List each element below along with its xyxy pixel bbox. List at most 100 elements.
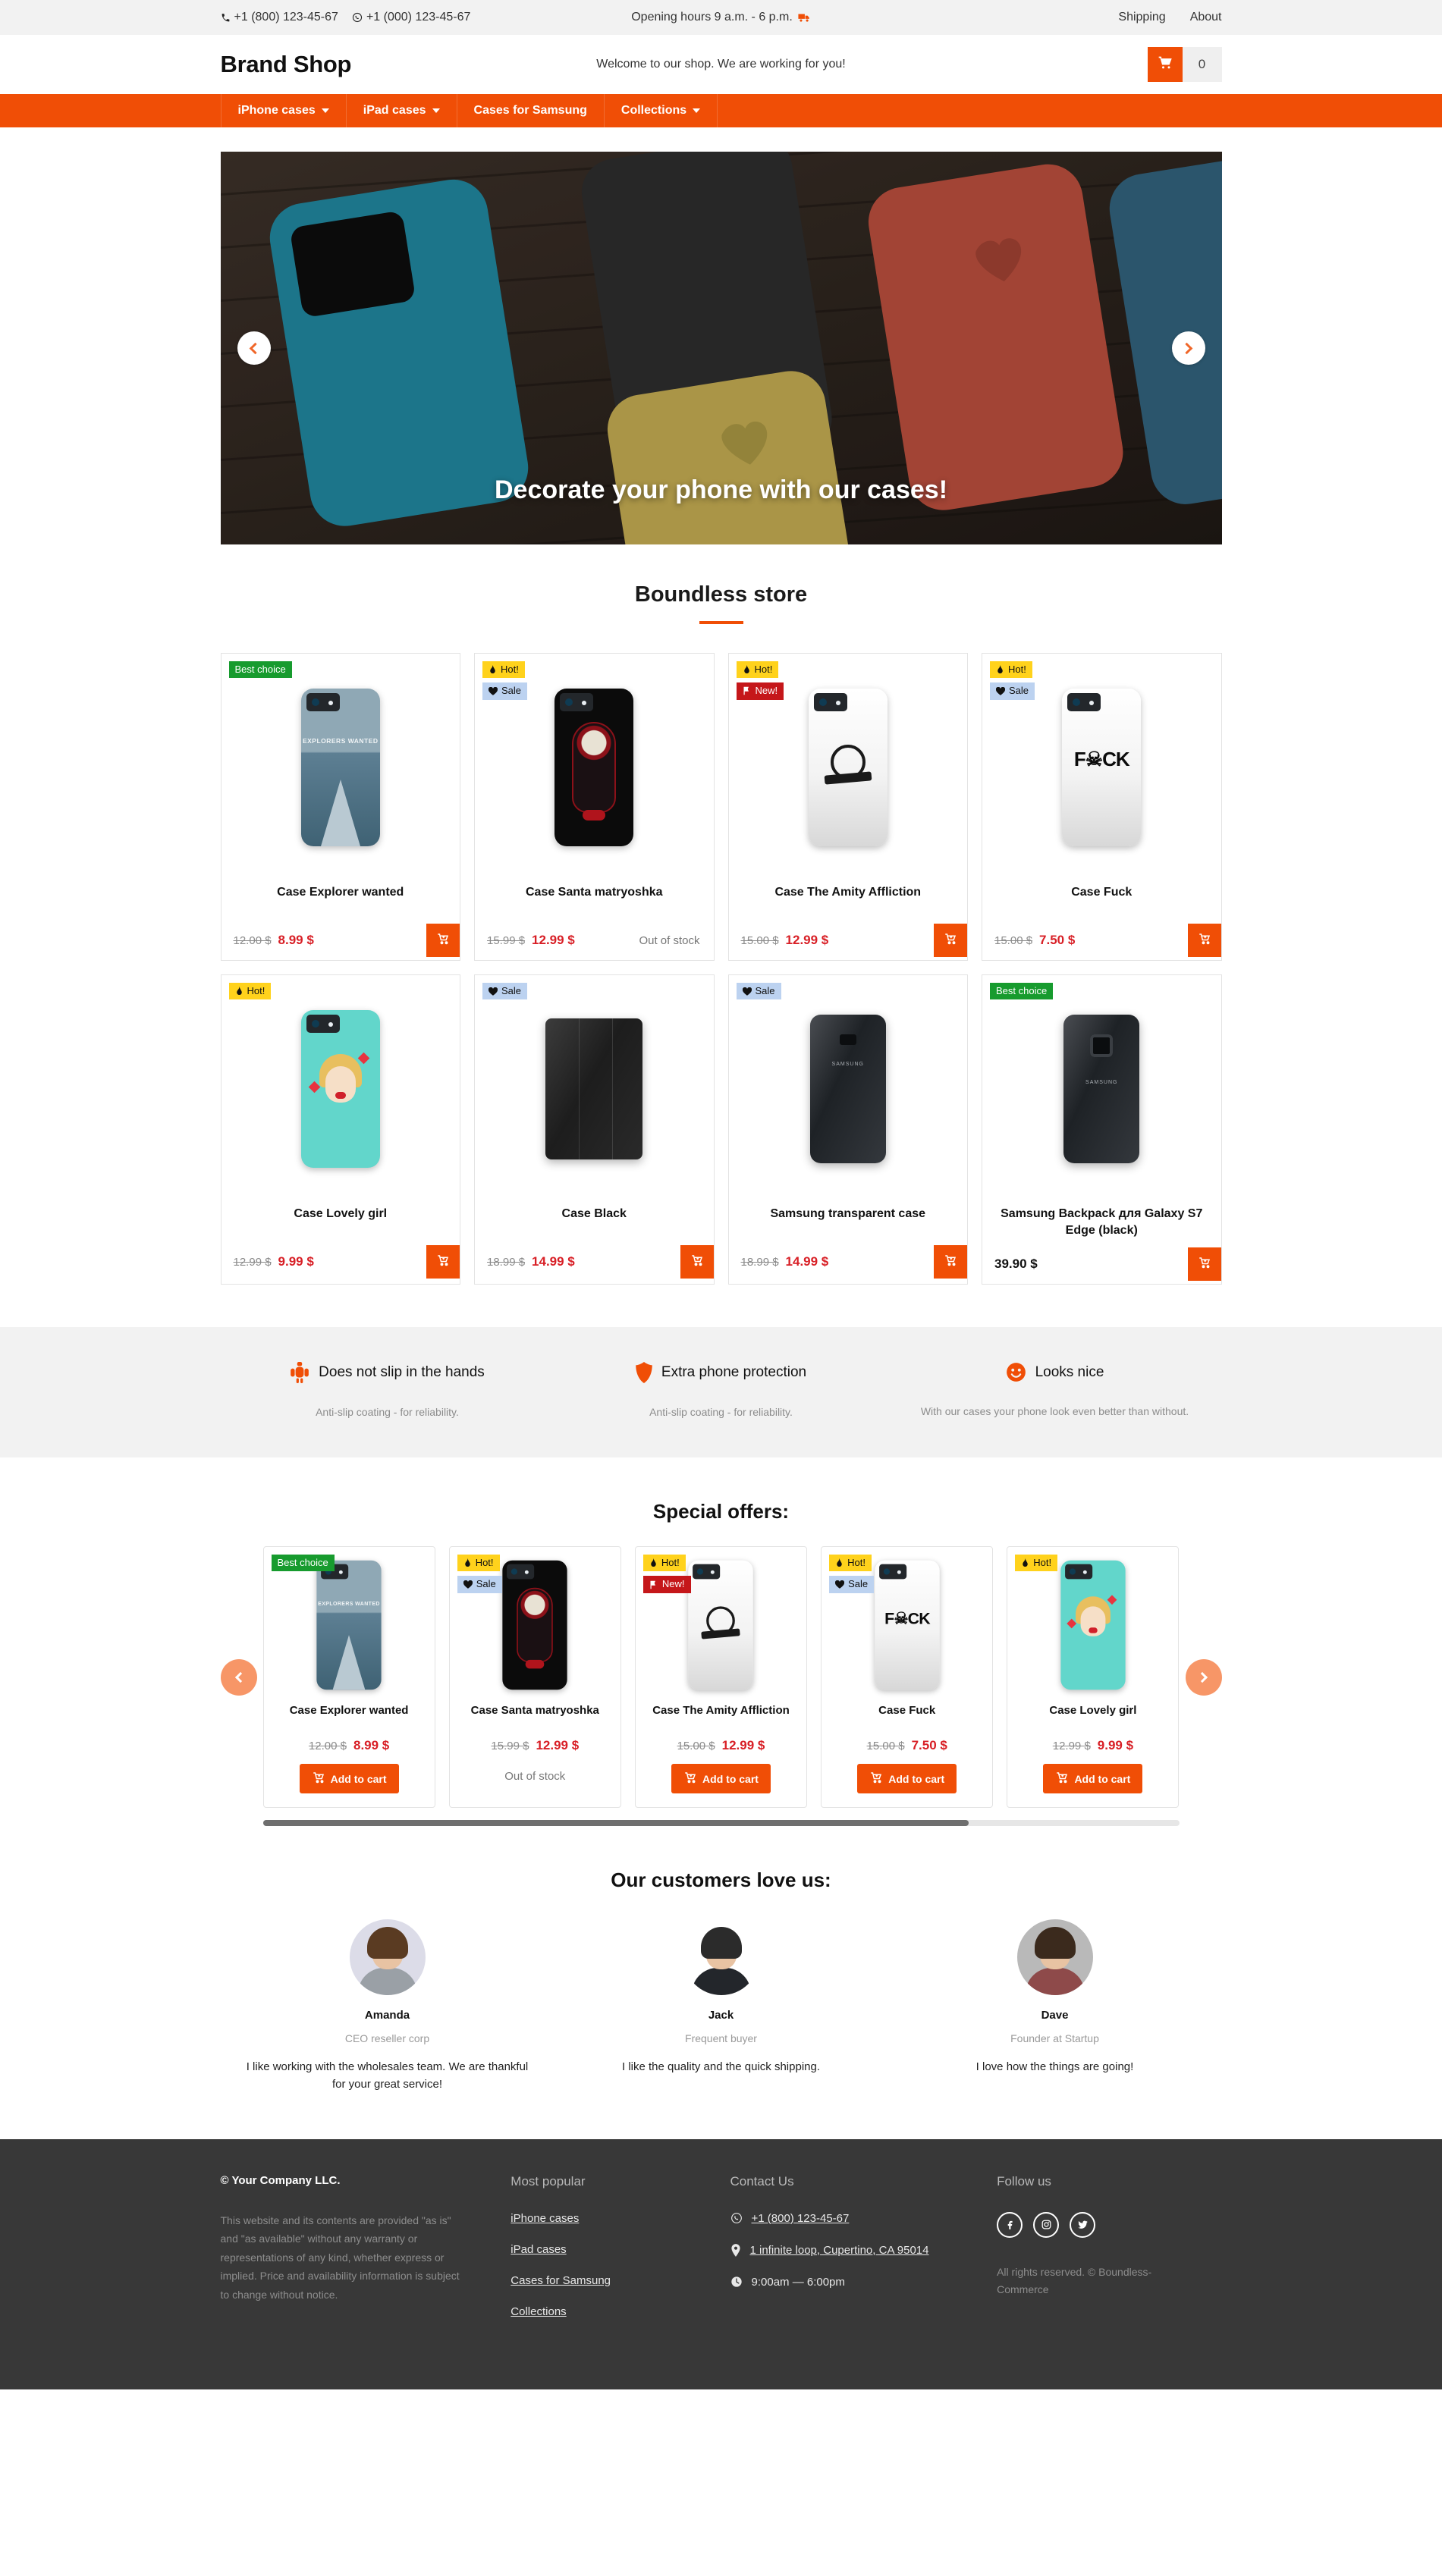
twitter-icon[interactable] <box>1070 2211 1096 2238</box>
product-title[interactable]: Case The Amity Affliction <box>729 881 968 915</box>
add-to-cart-button[interactable]: Add to cart <box>857 1764 957 1794</box>
footer-contact-phone-text[interactable]: +1 (800) 123-45-67 <box>752 2212 850 2225</box>
topbar-link-about[interactable]: About <box>1190 11 1222 24</box>
offer-card[interactable]: Hot! Sale F☠CK Case Fuck 15.00 $ 7.50 $ Add to… <box>821 1546 994 1809</box>
nav-item-2[interactable]: Cases for Samsung <box>457 94 605 127</box>
product-title[interactable]: Samsung transparent case <box>729 1203 968 1236</box>
product-title[interactable]: Case Lovely girl <box>221 1203 460 1236</box>
footer-popular-link[interactable]: iPad cases <box>511 2243 712 2256</box>
offer-title[interactable]: Case Explorer wanted <box>281 1703 418 1732</box>
offer-title[interactable]: Case Fuck <box>869 1703 944 1732</box>
offer-card[interactable]: Hot! Sale Case Santa matryoshka 15.99 $ 12.9… <box>448 1546 621 1809</box>
badge-sale: Sale <box>829 1576 875 1593</box>
footer-contact-phone[interactable]: +1 (800) 123-45-67 <box>730 2212 979 2225</box>
product-card[interactable]: Sale SAMSUNG Samsung transparent case 18.99… <box>727 974 968 1285</box>
topbar-phone-whatsapp[interactable]: +1 (000) 123-45-67 <box>352 11 470 24</box>
add-to-cart-button[interactable] <box>1187 1247 1221 1282</box>
product-media[interactable]: Hot! Sale <box>475 654 714 881</box>
facebook-icon[interactable] <box>997 2211 1023 2238</box>
testimonials-section: Our customers love us: Amanda CEO reselle… <box>0 1826 1442 2139</box>
cart-widget[interactable]: 0 <box>1147 47 1222 82</box>
badge-label: Hot! <box>501 664 519 675</box>
product-card[interactable]: Hot! New! Case The Amity Affliction 15.00 $… <box>727 653 968 961</box>
nav-item-3[interactable]: Collections <box>605 94 718 127</box>
product-footer: 18.99 $ 14.99 $ <box>729 1236 967 1282</box>
product-title[interactable]: Case Santa matryoshka <box>475 881 714 915</box>
offer-price-current: 9.99 $ <box>1097 1738 1134 1753</box>
offer-media[interactable]: Hot! <box>1007 1547 1178 1703</box>
offer-title[interactable]: Case Lovely girl <box>1040 1703 1145 1732</box>
offer-media[interactable]: Hot! New! <box>636 1547 806 1703</box>
testimonial-card: Amanda CEO reseller corp I like working wi… <box>221 1919 554 2094</box>
badge-label: Sale <box>848 1578 869 1590</box>
offers-scrollbar-thumb[interactable] <box>262 1820 969 1827</box>
product-media[interactable]: Best choice SAMSUNG <box>982 975 1221 1203</box>
offers-prev-button[interactable] <box>220 1658 257 1696</box>
add-to-cart-button[interactable]: Add to cart <box>299 1764 399 1794</box>
product-title[interactable]: Case Black <box>475 1203 714 1236</box>
nav-item-0[interactable]: iPhone cases <box>220 94 347 127</box>
add-to-cart-button[interactable] <box>1187 924 1221 957</box>
chevron-down-icon <box>321 108 329 113</box>
product-media[interactable]: Hot! Sale F☠CK <box>982 654 1221 881</box>
offer-media[interactable]: Hot! Sale F☠CK <box>822 1547 992 1703</box>
offers-next-button[interactable] <box>1185 1658 1222 1696</box>
add-to-cart-label: Add to cart <box>888 1772 945 1785</box>
instagram-icon[interactable] <box>1033 2211 1060 2238</box>
product-price-old: 15.00 $ <box>740 933 779 947</box>
product-price-current: 14.99 $ <box>532 1254 575 1269</box>
out-of-stock-text: Out of stock <box>504 1770 566 1784</box>
add-to-cart-button[interactable]: Add to cart <box>1043 1764 1143 1794</box>
offer-title[interactable]: Case The Amity Affliction <box>643 1703 799 1732</box>
cart-button[interactable] <box>1147 47 1183 82</box>
product-price-old: 12.00 $ <box>233 933 272 947</box>
product-card[interactable]: Hot! Sale Case Santa matryoshka 15.99 $ 12.9… <box>474 653 715 961</box>
footer-popular-link[interactable]: Cases for Samsung <box>511 2274 712 2287</box>
add-to-cart-button[interactable] <box>426 1245 460 1279</box>
footer-contact-address[interactable]: 1 infinite loop, Cupertino, CA 95014 <box>730 2244 979 2257</box>
add-to-cart-button[interactable] <box>426 924 460 957</box>
hero-next-button[interactable] <box>1171 331 1205 365</box>
product-card[interactable]: Sale Case Black 18.99 $ 14.99 $ <box>474 974 715 1285</box>
footer-popular-link[interactable]: Collections <box>511 2305 712 2318</box>
product-title[interactable]: Samsung Backpack для Galaxy S7 Edge (bla… <box>982 1203 1221 1238</box>
badge-label: New! <box>755 685 778 697</box>
product-media[interactable]: Best choice EXPLORERS WANTED <box>221 654 460 881</box>
offer-card[interactable]: Hot! New! Case The Amity Affliction 15.00 $… <box>634 1546 808 1809</box>
product-media[interactable]: Hot! <box>221 975 460 1203</box>
product-title[interactable]: Case Fuck <box>982 881 1221 915</box>
offer-media[interactable]: Best choice EXPLORERS WANTED <box>264 1547 435 1703</box>
product-media[interactable]: Sale <box>475 975 714 1203</box>
offer-media[interactable]: Hot! Sale <box>450 1547 620 1703</box>
shopping-cart-icon <box>312 1771 325 1787</box>
chevron-left-icon <box>249 342 262 354</box>
offers-scrollbar[interactable] <box>262 1820 1180 1827</box>
topbar-link-shipping[interactable]: Shipping <box>1118 11 1165 24</box>
brand-logo[interactable]: Brand Shop <box>221 51 352 78</box>
add-to-cart-button[interactable] <box>934 1245 967 1279</box>
nav-item-1[interactable]: iPad cases <box>347 94 457 127</box>
product-title[interactable]: Case Explorer wanted <box>221 881 460 915</box>
product-image-matryoshka <box>554 689 634 846</box>
hero-prev-button[interactable] <box>237 331 271 365</box>
add-to-cart-button[interactable] <box>680 1245 714 1279</box>
add-to-cart-button[interactable]: Add to cart <box>671 1764 771 1794</box>
topbar-phone-primary[interactable]: +1 (800) 123-45-67 <box>221 11 338 24</box>
footer-contact-address-text[interactable]: 1 infinite loop, Cupertino, CA 95014 <box>750 2244 929 2257</box>
product-price-old: 18.99 $ <box>740 1255 779 1269</box>
badge-label: New! <box>661 1578 685 1590</box>
add-to-cart-button[interactable] <box>934 924 967 957</box>
product-card[interactable]: Best choice EXPLORERS WANTED Case Explorer… <box>220 653 460 961</box>
product-media[interactable]: Hot! New! <box>729 654 968 881</box>
product-card[interactable]: Best choice SAMSUNG Samsung Backpack для G… <box>982 974 1222 1285</box>
offer-card[interactable]: Hot! Case Lovely girl 12.99 $ 9.99 $ Add to … <box>1007 1546 1180 1809</box>
shopping-cart-icon <box>944 1253 957 1271</box>
product-card[interactable]: Hot! Case Lovely girl 12.99 $ 9.99 $ <box>220 974 460 1285</box>
footer-popular-link[interactable]: iPhone cases <box>511 2212 712 2225</box>
offer-title[interactable]: Case Santa matryoshka <box>462 1703 608 1732</box>
offer-card[interactable]: Best choice EXPLORERS WANTED Case Explorer… <box>262 1546 435 1809</box>
badge-hot: Hot! <box>642 1555 686 1572</box>
top-utility-bar: +1 (800) 123-45-67 +1 (000) 123-45-67 Op… <box>0 0 1442 35</box>
product-media[interactable]: Sale SAMSUNG <box>729 975 968 1203</box>
product-card[interactable]: Hot! Sale F☠CK Case Fuck 15.00 $ 7.50 $ <box>982 653 1222 961</box>
